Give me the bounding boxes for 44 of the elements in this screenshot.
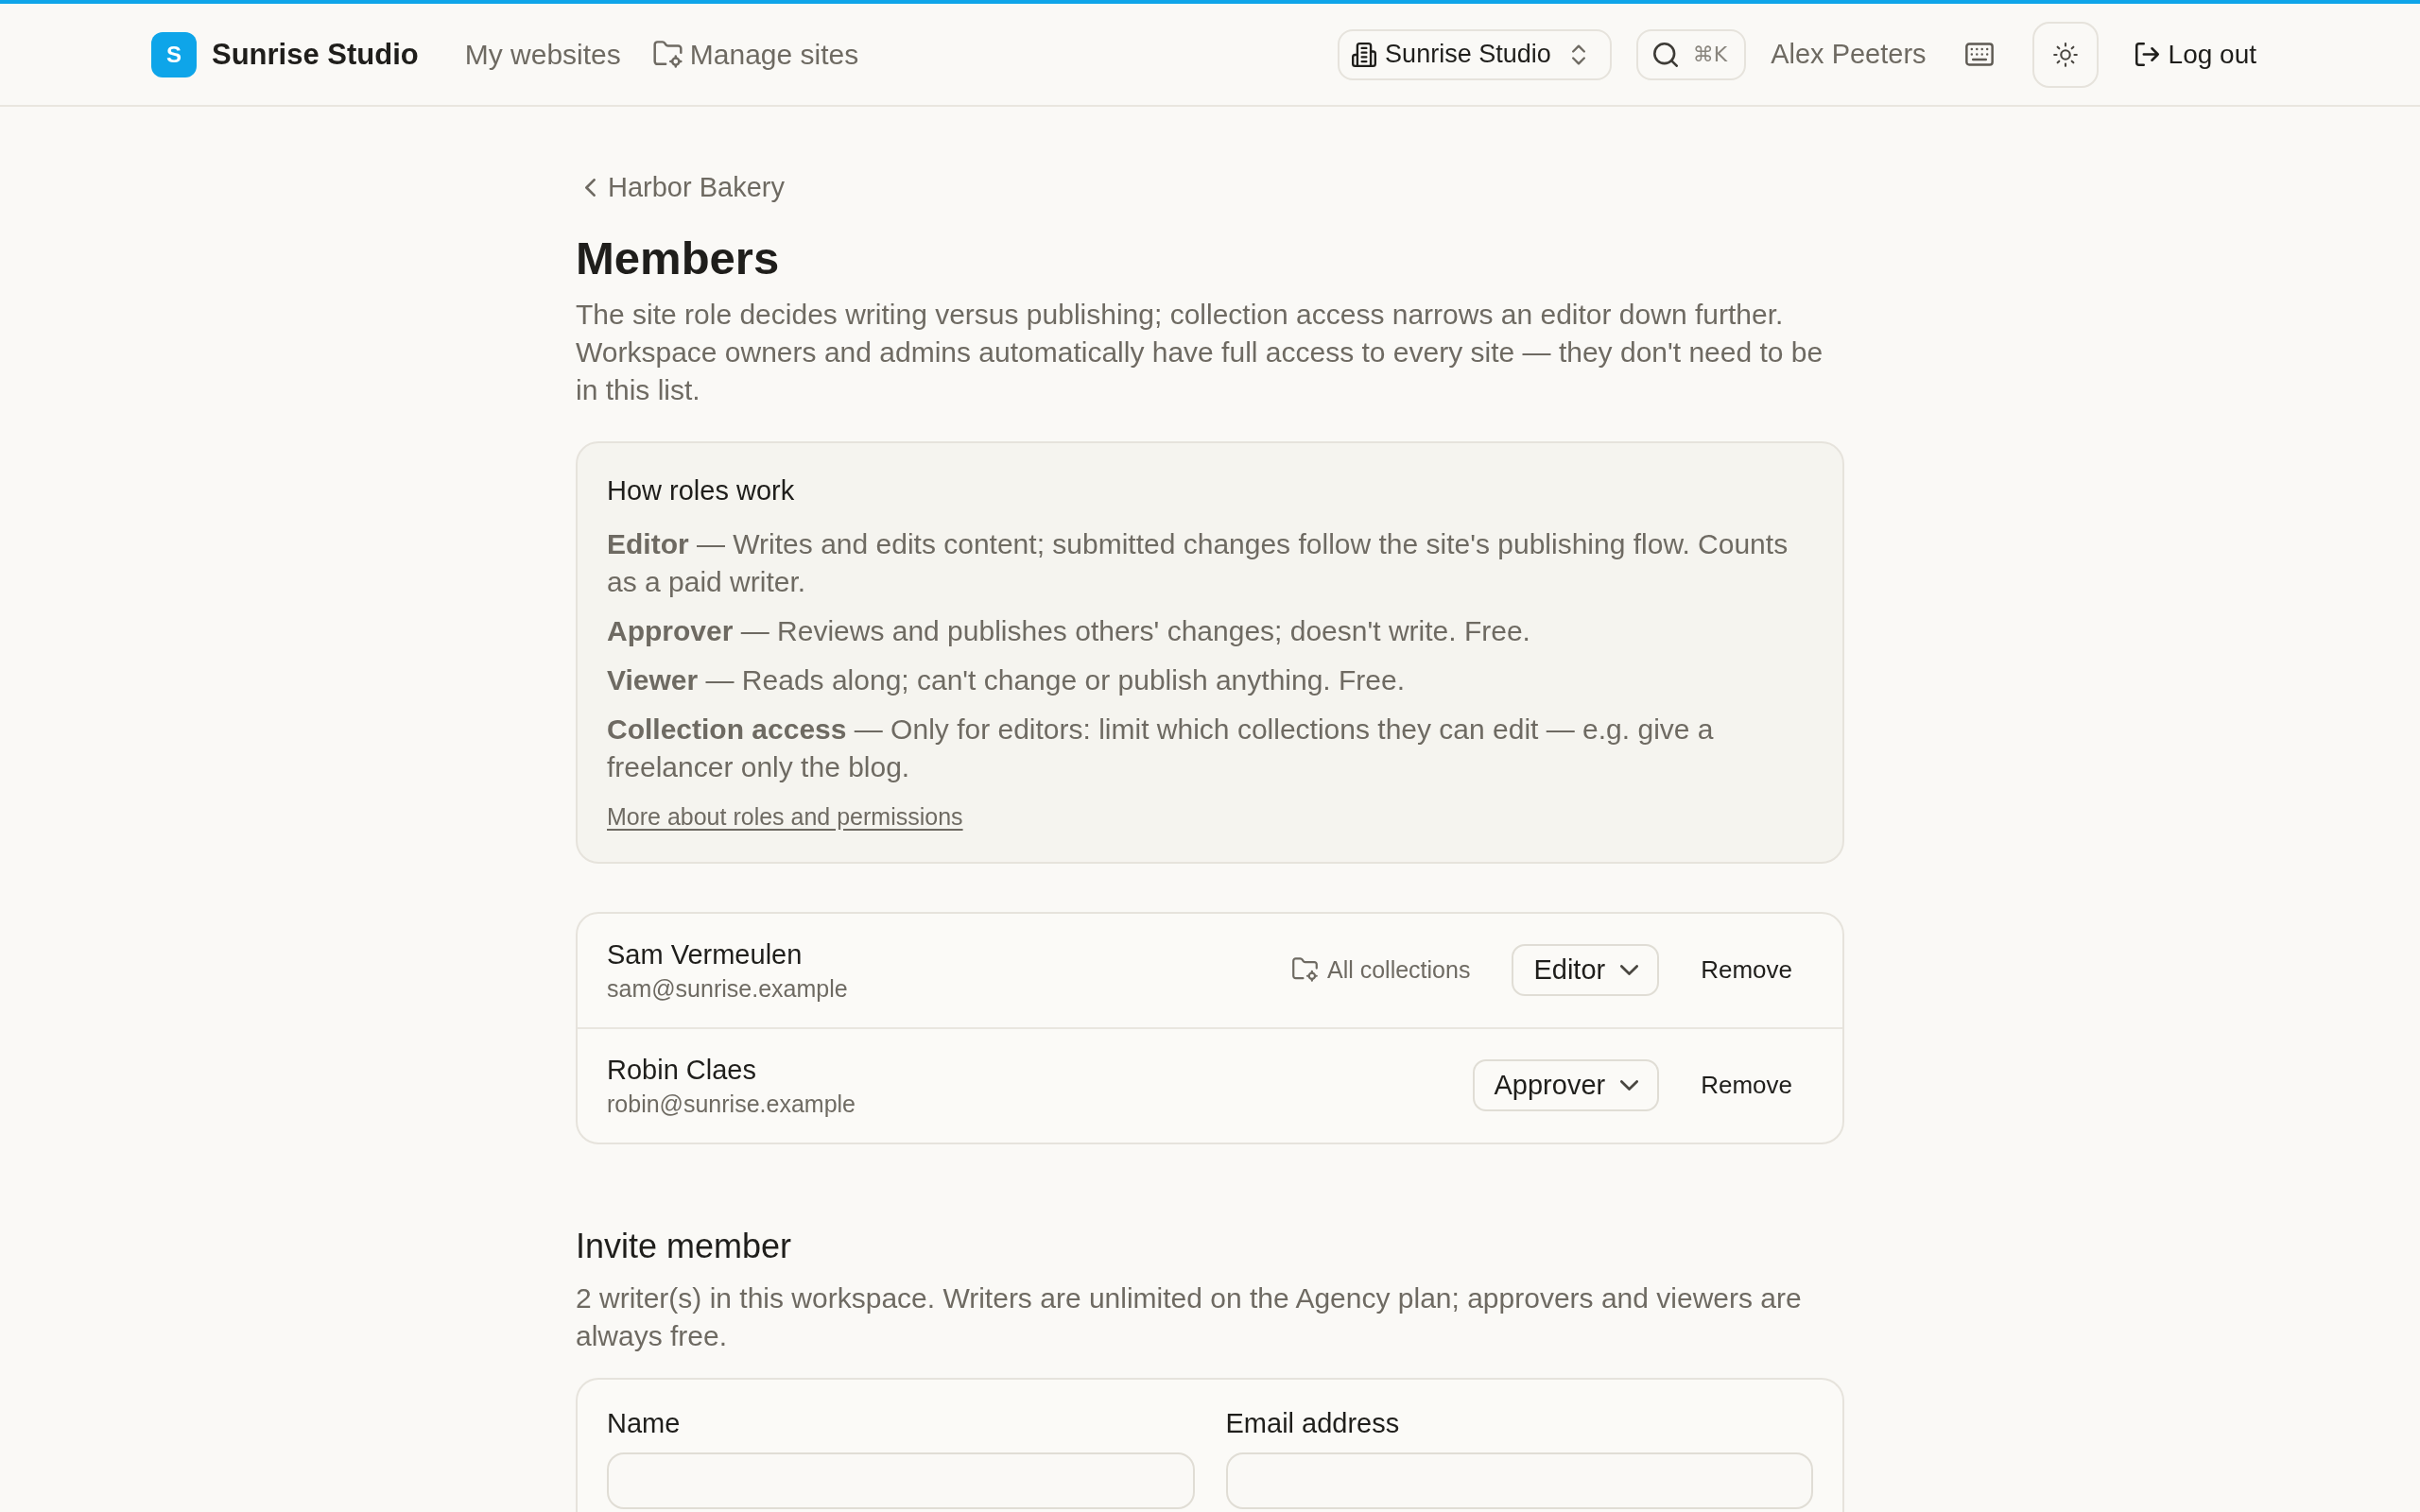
collection-access-button[interactable]: All collections: [1272, 943, 1490, 996]
folder-gear-icon: [652, 41, 683, 68]
building-icon: [1352, 42, 1377, 67]
invite-title: Invite member: [576, 1226, 793, 1267]
invite-description: 2 writer(s) in this workspace. Writers are unlimited on the Agency plan; approvers and viewers are always free.: [576, 1281, 1803, 1353]
logout-button[interactable]: Log out: [2122, 28, 2269, 80]
chevron-left-icon: [585, 178, 596, 197]
sun-icon: [2052, 42, 2078, 67]
brand-name[interactable]: Sunrise Studio: [212, 37, 419, 72]
user-name[interactable]: Alex Peeters: [1771, 39, 1927, 70]
roles-permissions-link[interactable]: More about roles and permissions: [607, 799, 963, 833]
input-field[interactable]: [607, 1452, 1195, 1509]
field-label: Email address: [1225, 1407, 1401, 1440]
role-description: Viewer — Reads along; can't change or publish anything. Free.: [607, 663, 1407, 697]
member-name: Robin Claes: [607, 1054, 757, 1087]
page-description: The site role decides writing versus publishing; collection access narrows an editor down further. Workspace owners and admins automatically have full access to every site — they don't need to be in this list.: [576, 298, 1824, 407]
member-name: Sam Vermeulen: [607, 938, 804, 971]
role-select[interactable]: Approver: [1472, 1058, 1660, 1111]
remove-button[interactable]: Remove: [1682, 1058, 1811, 1111]
role-description: Editor — Writes and edits content; submitted changes follow the site's publishing flow. Counts as a paid writer.: [607, 527, 1789, 599]
role-select[interactable]: Editor: [1512, 943, 1660, 996]
role-description: Approver — Reviews and publishes others' changes; doesn't write. Free.: [607, 614, 1531, 648]
roles-help-title: How roles work: [607, 474, 796, 507]
logout-icon: [2135, 43, 2159, 66]
input-field[interactable]: [1225, 1452, 1813, 1509]
nav-link[interactable]: My websites: [464, 35, 621, 74]
chevron-down-icon: [1620, 1079, 1639, 1091]
role-description: Collection access — Only for editors: limit which collections they can edit — e.g. give a freelancer only the blog.: [607, 713, 1715, 784]
member-email: robin@sunrise.example: [607, 1090, 856, 1119]
member-email: sam@sunrise.example: [607, 974, 849, 1004]
workspace-switcher[interactable]: Sunrise Studio: [1338, 28, 1612, 80]
breadcrumb-link[interactable]: Harbor Bakery: [576, 168, 785, 206]
theme-toggle-button[interactable]: [2031, 21, 2099, 88]
remove-button[interactable]: Remove: [1682, 943, 1811, 996]
keyboard-icon: [1964, 43, 1994, 66]
logo-tile[interactable]: S: [151, 31, 197, 77]
search-button[interactable]: ⌘K: [1635, 28, 1747, 80]
chevron-down-icon: [1620, 964, 1639, 975]
chevron-up-down-icon: [1571, 43, 1585, 65]
folder-gear-icon: [1291, 957, 1318, 982]
page-title: Members: [576, 232, 781, 285]
nav-link[interactable]: Manage sites: [652, 35, 859, 74]
field-label: Name: [607, 1407, 682, 1440]
search-icon: [1652, 42, 1678, 67]
